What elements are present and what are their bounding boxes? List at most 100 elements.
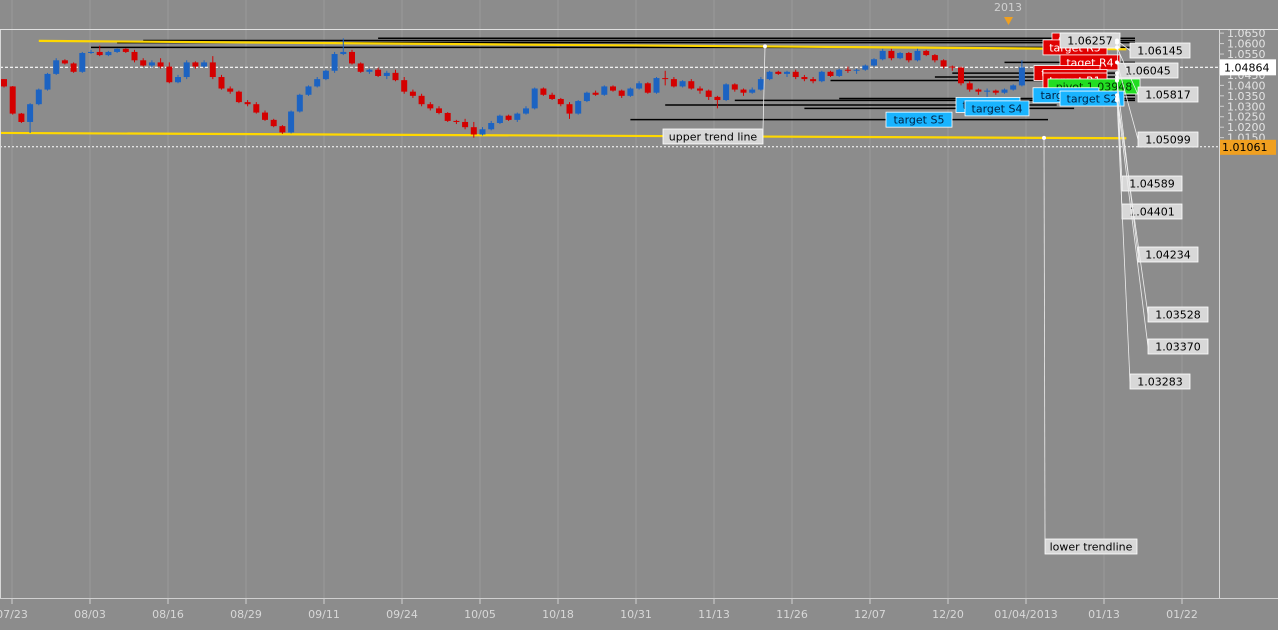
candle-body (470, 127, 477, 135)
label-anchor-dot (763, 44, 767, 49)
candle-body (262, 112, 268, 120)
candle-body (549, 94, 556, 99)
candle-body (218, 77, 225, 89)
x-tick-label: 01/13 (1088, 608, 1120, 621)
candle-body (27, 104, 34, 122)
candle-body (96, 51, 103, 56)
candle-body (844, 69, 851, 71)
candle-body (636, 83, 643, 89)
candle-body (331, 54, 338, 71)
x-tick-label: 10/18 (542, 608, 574, 621)
x-tick-label: 10/05 (464, 608, 496, 621)
candle-body (975, 89, 982, 92)
label-text: 1.03528 (1155, 309, 1201, 322)
candle-body (305, 86, 312, 95)
candle-body (392, 72, 399, 81)
candle-body (670, 79, 677, 87)
candle-body (644, 83, 651, 93)
candle-body (9, 86, 16, 114)
label-anchor-dot (1115, 60, 1119, 65)
candle-body (618, 90, 625, 96)
label-text: 1.06257 (1067, 35, 1113, 48)
candle-body (679, 81, 686, 87)
x-tick-label: 11/26 (776, 608, 808, 621)
candle-body (122, 48, 129, 52)
label-text: lower trendline (1050, 541, 1133, 554)
candle-body (401, 80, 408, 92)
x-tick-label: 10/31 (620, 608, 652, 621)
candle-body (383, 72, 390, 76)
label-text: 1.04401 (1129, 206, 1175, 219)
candle-body (183, 62, 190, 78)
label-text: 1.05817 (1145, 89, 1191, 102)
candle-body (662, 78, 669, 80)
candle-body (366, 69, 373, 72)
candle-body (992, 90, 999, 93)
x-tick-label: 12/20 (932, 608, 964, 621)
label-text: target S5 (894, 114, 945, 127)
candle-body (749, 89, 756, 93)
candle-body (731, 84, 738, 90)
candle-body (775, 71, 782, 74)
candle-body (627, 88, 634, 96)
candle-body (270, 119, 277, 127)
candle-body (253, 104, 260, 113)
candle-body (836, 69, 843, 76)
label-text: upper trend line (669, 131, 758, 144)
candle-body (949, 66, 956, 68)
candle-body (740, 89, 747, 93)
candle-body (105, 51, 112, 56)
candle-body (801, 77, 808, 80)
candle-body (375, 69, 382, 76)
label-text: 1.06045 (1125, 65, 1171, 78)
candle-body (314, 79, 321, 87)
candle-body (1018, 67, 1025, 86)
x-tick-label: 01/22 (1166, 608, 1198, 621)
candle-body (418, 95, 425, 105)
candle-body (244, 102, 251, 105)
label-anchor-dot (1115, 78, 1119, 83)
label-anchor-dot (1115, 75, 1119, 80)
candle-body (757, 79, 764, 90)
candle-body (705, 90, 712, 97)
candlestick-chart-svg: target R6target R5taget R4target R3targe… (0, 0, 1278, 626)
current-price-label: 1.04864 (1224, 61, 1270, 74)
candle-body (514, 113, 521, 120)
candle-body (70, 63, 77, 72)
candle-body (505, 115, 512, 120)
candle-body (166, 66, 173, 83)
candle-body (53, 60, 60, 74)
x-tick-label: 09/11 (308, 608, 340, 621)
candle-body (601, 86, 608, 95)
candle-body (349, 51, 355, 64)
candle-body (610, 86, 616, 91)
candle-body (35, 89, 42, 105)
candle-body (923, 50, 930, 56)
candle-body (1010, 85, 1017, 90)
candle-body (227, 88, 234, 92)
candle-body (827, 71, 834, 76)
label-text: target S2 (1067, 93, 1118, 106)
label-anchor-dot (1115, 40, 1119, 45)
candle-body (444, 112, 451, 121)
candle-body (984, 90, 991, 92)
label-text: 1.04234 (1145, 249, 1191, 262)
candle-body (288, 111, 295, 133)
label-anchor-dot (1115, 45, 1119, 50)
candle-body (966, 83, 973, 90)
candle-body (958, 67, 964, 84)
candle-body (784, 71, 790, 74)
x-tick-label: 11/13 (698, 608, 730, 621)
candle-body (148, 62, 155, 66)
label-text: 1.03370 (1155, 341, 1201, 354)
candle-body (357, 63, 364, 72)
candle-body (879, 50, 886, 60)
year-marker-label: 2013 (994, 1, 1022, 14)
candle-body (61, 60, 68, 64)
candle-body (688, 81, 695, 89)
candle-body (940, 60, 947, 67)
candle-body (871, 59, 877, 66)
candle-body (436, 108, 442, 113)
candle-body (818, 71, 825, 82)
candle-body (88, 51, 94, 53)
